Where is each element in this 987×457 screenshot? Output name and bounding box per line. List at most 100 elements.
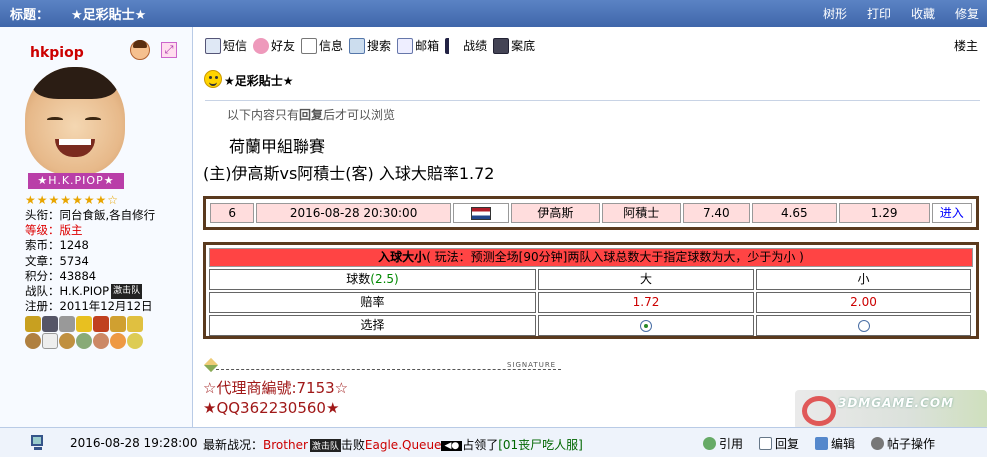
medal-icon bbox=[59, 333, 75, 349]
big-label: 大 bbox=[538, 269, 754, 290]
info-points-row: 积分：43884 bbox=[25, 268, 97, 283]
user-info: 头衔：同台食飯,各自修行 等级：版主 索币：1248 文章：5734 积分：43… bbox=[25, 208, 155, 315]
nameplate: ★H.K.PIOP★ bbox=[28, 173, 124, 189]
odds-value-row: 赔率 1.72 2.00 bbox=[209, 292, 973, 313]
watermark-text: 3DMGAME.COM bbox=[838, 396, 955, 410]
odd-away: 1.29 bbox=[838, 203, 930, 223]
reply-hint: 以下内容只有回复后才可以浏览 bbox=[227, 108, 396, 122]
user-panel: hkpiop ⤢ ★H.K.PIOP★ ★★★★★★★☆ 头衔：同台食飯,各自修… bbox=[0, 27, 193, 427]
title-links: 树形 打印 收藏 修复 bbox=[823, 0, 979, 27]
post-actions: 引用 回复 编辑 帖子操作 bbox=[703, 435, 947, 452]
medal-icon bbox=[110, 316, 126, 332]
info-level-row: 等级：版主 bbox=[25, 223, 83, 238]
medal-icon bbox=[25, 333, 41, 349]
info-team-row: 战队：H.K.PIOP 激击队 bbox=[25, 284, 143, 300]
manage-icon bbox=[871, 437, 885, 450]
match-box: 6 2016-08-28 20:30:00 伊高斯 阿積士 7.40 4.65 … bbox=[203, 196, 979, 230]
print-link[interactable]: 打印 bbox=[867, 5, 891, 22]
flag-cell bbox=[452, 203, 510, 223]
match-text: (主)伊高斯vs阿積士(客) 入球大賠率1.72 bbox=[203, 164, 495, 183]
toolbar-case[interactable]: 案底 bbox=[493, 37, 535, 54]
toolbar-mail[interactable]: 邮箱 bbox=[397, 37, 439, 54]
case-file-icon bbox=[493, 37, 510, 54]
odd-home: 7.40 bbox=[682, 203, 750, 223]
toolbar-record[interactable]: 战绩 bbox=[445, 37, 487, 54]
match-datetime: 2016-08-28 20:30:00 bbox=[256, 203, 451, 223]
computer-icon bbox=[31, 435, 43, 450]
team1-link[interactable]: Brother bbox=[263, 438, 308, 452]
signature-word: SIGNATURE bbox=[507, 361, 557, 369]
friends-icon bbox=[253, 37, 270, 54]
medal-icon bbox=[59, 316, 75, 332]
edit-icon bbox=[815, 437, 829, 450]
medal-icon bbox=[110, 333, 126, 349]
team-badge: 激击队 bbox=[111, 284, 143, 300]
search-icon bbox=[349, 37, 366, 54]
small-label: 小 bbox=[756, 269, 971, 290]
medal-icon bbox=[76, 316, 92, 332]
odds-line-row: 球数(2.5) 大 小 bbox=[209, 269, 973, 290]
tree-view-link[interactable]: 树形 bbox=[823, 5, 847, 22]
medal-icon bbox=[42, 333, 58, 349]
favorite-link[interactable]: 收藏 bbox=[911, 5, 935, 22]
post-time: 2016-08-28 19:28:00 bbox=[70, 436, 198, 450]
toolbar-info[interactable]: 信息 bbox=[301, 37, 343, 54]
username[interactable]: hkpiop bbox=[30, 45, 84, 61]
medal-icon bbox=[76, 333, 92, 349]
medal-icon bbox=[127, 316, 143, 332]
edit-button[interactable]: 编辑 bbox=[815, 435, 855, 452]
post-title: ★足彩貼士★ bbox=[224, 74, 294, 88]
odd-draw: 4.65 bbox=[751, 203, 837, 223]
server-link[interactable]: [01丧尸吃人服] bbox=[498, 438, 583, 452]
signature-line2: ★QQ362230560★ bbox=[203, 399, 340, 417]
expand-icon[interactable]: ⤢ bbox=[161, 42, 177, 58]
quote-icon bbox=[703, 437, 716, 450]
signature-line1: ☆代理商編號:7153☆ bbox=[203, 379, 349, 397]
big-radio[interactable] bbox=[640, 319, 652, 332]
info-posts-row: 文章：5734 bbox=[25, 253, 89, 268]
odds-choose-row: 选择 bbox=[209, 315, 973, 336]
reply-button[interactable]: 回复 bbox=[759, 435, 799, 452]
enter-link[interactable]: 进入 bbox=[931, 203, 972, 223]
title-label: 标题： bbox=[10, 8, 50, 23]
watermark-logo bbox=[802, 396, 836, 426]
mail-icon bbox=[397, 37, 414, 54]
info-title-row: 头衔：同台食飯,各自修行 bbox=[25, 208, 156, 222]
big-odds: 1.72 bbox=[632, 295, 660, 309]
info-coins-row: 索币：1248 bbox=[25, 238, 89, 253]
medal-icon bbox=[93, 316, 109, 332]
medal-icon bbox=[42, 316, 58, 332]
quote-button[interactable]: 引用 bbox=[703, 435, 743, 452]
toolbar-friends[interactable]: 好友 bbox=[253, 37, 295, 54]
over-under-box: 入球大小( 玩法：预测全场[90分钟]两队入球总数大于指定球数为大，少于为小 )… bbox=[203, 242, 979, 339]
info-register-row: 注册：2011年12月12日 bbox=[25, 299, 153, 314]
small-odds: 2.00 bbox=[850, 295, 877, 309]
user-toolbar: 短信 好友 信息 搜索 邮箱 战绩 案底 bbox=[205, 37, 535, 54]
smiley-icon bbox=[204, 70, 222, 88]
medals bbox=[25, 316, 155, 350]
reply-icon bbox=[759, 437, 773, 450]
floor-label: 楼主 bbox=[954, 39, 979, 53]
avatar bbox=[25, 67, 125, 175]
team2-link[interactable]: Eagle.Queue bbox=[365, 438, 442, 452]
small-radio[interactable] bbox=[857, 319, 870, 332]
thread-title: ★足彩貼士★ bbox=[71, 8, 147, 23]
rank-stars: ★★★★★★★☆ bbox=[25, 193, 120, 207]
post-footer: 2016-08-28 19:28:00 最新战况：Brother 激击队 击败Eag… bbox=[0, 427, 987, 457]
medal-icon bbox=[127, 333, 143, 349]
message-icon bbox=[205, 37, 221, 54]
divider bbox=[205, 100, 980, 101]
post-manage-button[interactable]: 帖子操作 bbox=[871, 435, 935, 452]
toolbar-search[interactable]: 搜索 bbox=[349, 37, 391, 54]
user-face-icon bbox=[130, 40, 150, 60]
league-name: 荷蘭甲組聯賽 bbox=[229, 137, 326, 156]
repair-link[interactable]: 修复 bbox=[955, 5, 979, 22]
home-team: 伊高斯 bbox=[511, 203, 600, 223]
post-title-bar: 标题： ★足彩貼士★ 树形 打印 收藏 修复 bbox=[0, 0, 987, 27]
medal-icon bbox=[25, 316, 41, 332]
info-icon bbox=[301, 37, 318, 54]
toolbar-message[interactable]: 短信 bbox=[205, 37, 247, 54]
over-under-header: 入球大小( 玩法：预测全场[90分钟]两队入球总数大于指定球数为大，少于为小 ) bbox=[209, 248, 973, 267]
away-team: 阿積士 bbox=[601, 203, 681, 223]
netherlands-flag-icon bbox=[470, 207, 491, 220]
